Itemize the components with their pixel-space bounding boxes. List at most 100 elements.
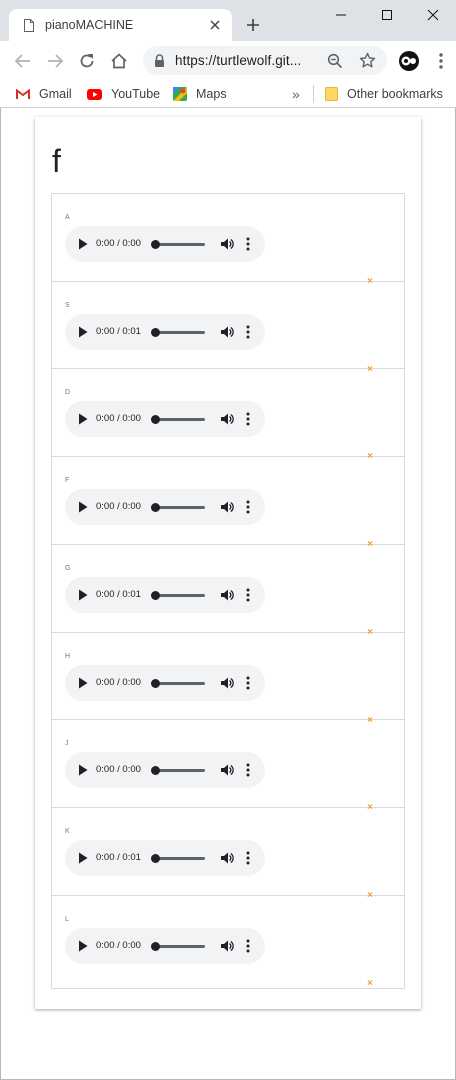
tab-title: pianoMACHINE [45,18,134,32]
play-icon[interactable] [78,764,88,776]
home-icon[interactable] [110,52,128,70]
volume-icon[interactable] [220,588,234,602]
audio-player[interactable]: 0:00 / 0:01 [65,840,265,876]
bookmark-other-bookmarks[interactable]: Other bookmarks [325,85,443,103]
bookmark-star-icon[interactable] [359,52,376,69]
key-label: G [65,565,71,572]
audio-progress-track[interactable] [155,331,205,334]
audio-time: 0:00 / 0:00 [96,940,141,951]
key-row: S 0:00 / 0:01 × [52,282,404,375]
audio-player[interactable]: 0:00 / 0:00 [65,928,265,964]
address-bar[interactable]: https://turtlewolf.git... [143,46,387,75]
key-label: H [65,653,71,660]
remove-key-icon[interactable]: × [367,979,373,989]
audio-progress-knob[interactable] [151,240,160,249]
audio-player[interactable]: 0:00 / 0:00 [65,665,265,701]
reload-icon[interactable] [78,52,96,70]
audio-progress-track[interactable] [155,945,205,948]
audio-player[interactable]: 0:00 / 0:00 [65,752,265,788]
volume-icon[interactable] [220,325,234,339]
audio-progress-knob[interactable] [151,854,160,863]
audio-player[interactable]: 0:00 / 0:00 [65,401,265,437]
play-icon[interactable] [78,238,88,250]
more-options-icon[interactable] [246,851,250,865]
key-label: A [65,214,70,221]
key-row: A 0:00 / 0:00 × [52,194,404,287]
maximize-window-icon[interactable] [364,0,410,30]
audio-time: 0:00 / 0:01 [96,326,141,337]
audio-progress-knob[interactable] [151,942,160,951]
back-arrow-icon[interactable] [14,52,32,70]
play-icon[interactable] [78,589,88,601]
more-options-icon[interactable] [246,763,250,777]
audio-progress-knob[interactable] [151,503,160,512]
audio-player[interactable]: 0:00 / 0:00 [65,226,265,262]
play-icon[interactable] [78,413,88,425]
bookmark-label: Maps [196,87,227,101]
more-options-icon[interactable] [246,237,250,251]
more-options-icon[interactable] [246,588,250,602]
new-tab-icon[interactable] [244,16,262,34]
bookmark-maps[interactable]: Maps [173,85,227,103]
volume-icon[interactable] [220,500,234,514]
close-window-icon[interactable] [410,0,456,30]
key-row: J 0:00 / 0:00 × [52,720,404,813]
audio-progress-track[interactable] [155,506,205,509]
play-icon[interactable] [78,852,88,864]
browser-toolbar: https://turtlewolf.git... [0,41,456,80]
audio-progress-track[interactable] [155,857,205,860]
audio-progress-knob[interactable] [151,328,160,337]
volume-icon[interactable] [220,676,234,690]
page-icon [24,19,34,32]
volume-icon[interactable] [220,939,234,953]
audio-time: 0:00 / 0:00 [96,764,141,775]
bookmark-gmail[interactable]: Gmail [16,85,72,103]
play-icon[interactable] [78,940,88,952]
extension-icon[interactable] [398,50,420,72]
audio-progress-knob[interactable] [151,679,160,688]
audio-player[interactable]: 0:00 / 0:01 [65,314,265,350]
audio-time: 0:00 / 0:00 [96,677,141,688]
audio-player[interactable]: 0:00 / 0:01 [65,577,265,613]
browser-tab[interactable]: pianoMACHINE [9,9,232,41]
minimize-window-icon[interactable] [318,0,364,30]
more-options-icon[interactable] [246,676,250,690]
more-options-icon[interactable] [246,412,250,426]
bookmarks-overflow-icon[interactable]: » [292,86,300,102]
audio-progress-knob[interactable] [151,415,160,424]
bookmarks-bar: Gmail YouTube Maps » Other bookmarks [0,80,456,108]
lock-icon [155,54,164,67]
more-options-icon[interactable] [246,325,250,339]
audio-time: 0:00 / 0:00 [96,501,141,512]
play-icon[interactable] [78,326,88,338]
play-icon[interactable] [78,501,88,513]
more-options-icon[interactable] [246,939,250,953]
piano-card: f A 0:00 / 0:00 × S 0:00 / 0:01 × D 0:00 / 0:00… [35,117,421,1009]
key-row: L 0:00 / 0:00 × [52,896,404,989]
volume-icon[interactable] [220,763,234,777]
volume-icon[interactable] [220,237,234,251]
audio-player[interactable]: 0:00 / 0:00 [65,489,265,525]
audio-time: 0:00 / 0:00 [96,238,141,249]
audio-progress-knob[interactable] [151,766,160,775]
tab-close-icon[interactable] [207,17,223,33]
audio-progress-track[interactable] [155,682,205,685]
page-title: f [52,143,61,179]
audio-progress-track[interactable] [155,243,205,246]
bookmark-youtube[interactable]: YouTube [87,85,160,103]
bookmark-label: YouTube [111,87,161,101]
browser-menu-icon[interactable] [437,52,445,70]
volume-icon[interactable] [220,412,234,426]
volume-icon[interactable] [220,851,234,865]
play-icon[interactable] [78,677,88,689]
youtube-icon [87,88,102,100]
zoom-icon[interactable] [327,53,343,69]
audio-time: 0:00 / 0:00 [96,413,141,424]
forward-arrow-icon[interactable] [46,52,64,70]
audio-progress-track[interactable] [155,418,205,421]
more-options-icon[interactable] [246,500,250,514]
folder-icon [325,87,338,101]
audio-progress-knob[interactable] [151,591,160,600]
audio-progress-track[interactable] [155,769,205,772]
audio-progress-track[interactable] [155,594,205,597]
